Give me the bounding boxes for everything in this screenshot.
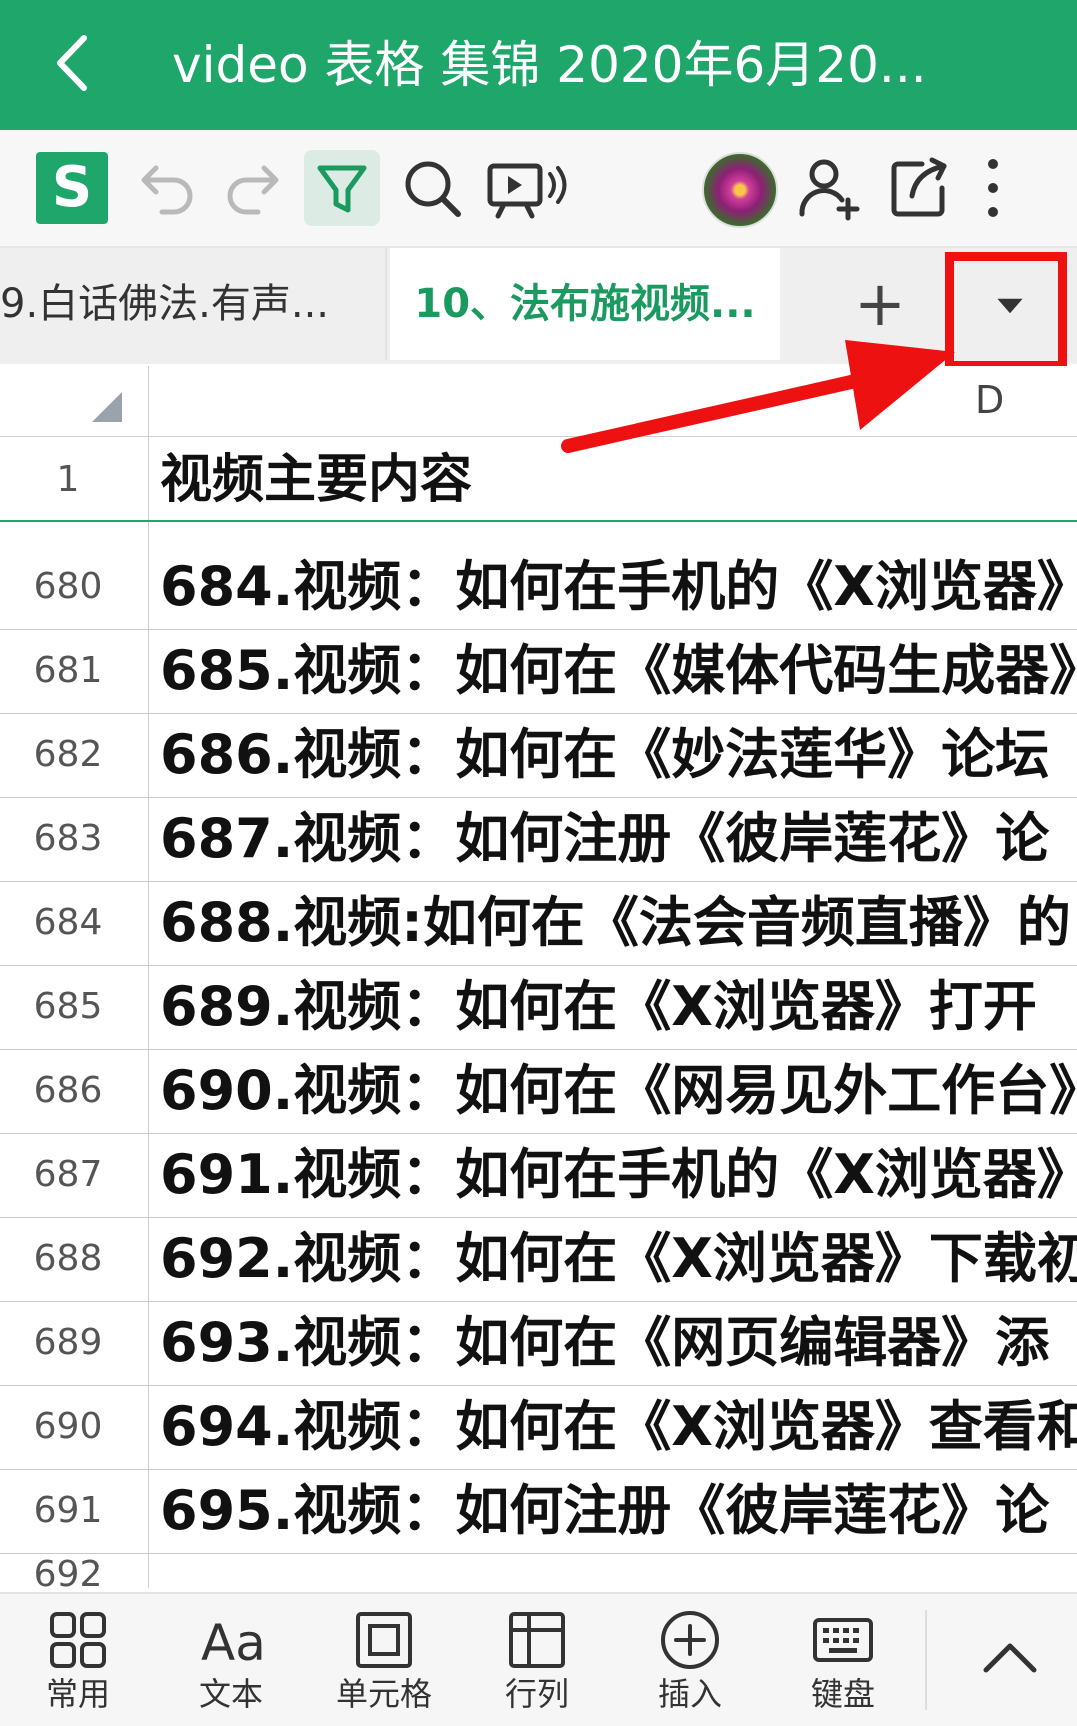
present-button[interactable] bbox=[484, 150, 574, 226]
table-row[interactable]: 685 689.视频：如何在《X浏览器》打开 bbox=[0, 965, 1077, 1050]
table-row[interactable]: 688 692.视频：如何在《X浏览器》下载初 bbox=[0, 1217, 1077, 1302]
bottom-label: 键盘 bbox=[810, 1675, 875, 1713]
table-cell[interactable]: 689.视频：如何在《X浏览器》打开 bbox=[160, 965, 1077, 1049]
more-button[interactable] bbox=[968, 150, 1018, 226]
bottom-label: 单元格 bbox=[335, 1675, 432, 1713]
filter-button[interactable] bbox=[304, 150, 380, 226]
bottom-toolbar: 常用 Aa 文本 单元格 行列 插入 键盘 bbox=[0, 1592, 1077, 1726]
annotation-arrow bbox=[561, 340, 955, 453]
table-row[interactable]: 690 694.视频：如何在《X浏览器》查看和 bbox=[0, 1385, 1077, 1470]
plus-circle-icon bbox=[661, 1611, 719, 1669]
grid-apps-icon bbox=[50, 1612, 106, 1668]
table-cell[interactable]: 694.视频：如何在《X浏览器》查看和 bbox=[160, 1385, 1077, 1469]
table-cell[interactable]: 692.视频：如何在《X浏览器》下载初 bbox=[160, 1217, 1077, 1301]
row-number[interactable]: 687 bbox=[0, 1133, 136, 1217]
annotation-highlight-box bbox=[945, 252, 1067, 370]
table-cell[interactable]: 693.视频：如何在《网页编辑器》添 bbox=[160, 1301, 1077, 1385]
row-number[interactable]: 682 bbox=[0, 713, 136, 797]
common-tools-button[interactable]: 常用 bbox=[8, 1604, 148, 1724]
divider bbox=[925, 1610, 927, 1710]
sheet-tab-9[interactable]: 9.白话佛法.有声... bbox=[0, 248, 387, 360]
row-number[interactable]: 681 bbox=[0, 629, 136, 713]
table-row[interactable]: 683 687.视频：如何注册《彼岸莲花》论 bbox=[0, 797, 1077, 882]
presentation-icon bbox=[487, 163, 567, 219]
add-collaborator-button[interactable] bbox=[792, 150, 868, 226]
redo-button[interactable] bbox=[216, 150, 292, 226]
app-logo[interactable]: S bbox=[36, 152, 108, 224]
undo-button[interactable] bbox=[128, 150, 204, 226]
row-number[interactable]: 1 bbox=[0, 438, 136, 520]
row-number[interactable]: 688 bbox=[0, 1217, 136, 1301]
row-number[interactable]: 685 bbox=[0, 965, 136, 1049]
table-cell[interactable]: 690.视频：如何在《网易见外工作台》 bbox=[160, 1049, 1077, 1133]
cell-icon bbox=[356, 1612, 412, 1668]
text-tools-button[interactable]: Aa 文本 bbox=[161, 1604, 301, 1724]
share-icon bbox=[891, 157, 947, 217]
table-cell[interactable]: 688.视频:如何在《法会音频直播》的 bbox=[160, 881, 1077, 965]
redo-icon bbox=[227, 165, 279, 215]
row-number[interactable]: 683 bbox=[0, 797, 136, 881]
insert-button[interactable]: 插入 bbox=[620, 1604, 760, 1724]
svg-text:Aa: Aa bbox=[201, 1614, 263, 1672]
add-user-icon bbox=[799, 159, 860, 221]
chevron-left-icon bbox=[57, 35, 87, 91]
bottom-label: 常用 bbox=[45, 1675, 110, 1713]
table-row[interactable]: 689 693.视频：如何在《网页编辑器》添 bbox=[0, 1301, 1077, 1386]
keyboard-icon bbox=[813, 1618, 873, 1662]
more-vertical-icon bbox=[988, 159, 998, 217]
table-row[interactable]: 680 684.视频：如何在手机的《X浏览器》 bbox=[0, 545, 1077, 630]
back-button[interactable] bbox=[40, 28, 110, 98]
cell-tools-button[interactable]: 单元格 bbox=[314, 1604, 454, 1724]
table-row[interactable]: 681 685.视频：如何在《媒体代码生成器》 bbox=[0, 629, 1077, 714]
row-number[interactable]: 690 bbox=[0, 1385, 136, 1469]
bottom-label: 插入 bbox=[657, 1675, 722, 1713]
table-cell[interactable]: 685.视频：如何在《媒体代码生成器》 bbox=[160, 629, 1077, 713]
partial-row[interactable]: 692 bbox=[0, 1530, 1077, 1590]
table-row[interactable]: 684 688.视频:如何在《法会音频直播》的 bbox=[0, 881, 1077, 966]
expand-panel-button[interactable] bbox=[970, 1618, 1050, 1698]
table-row[interactable]: 682 686.视频：如何在《妙法莲华》论坛 bbox=[0, 713, 1077, 798]
avatar[interactable] bbox=[702, 152, 778, 228]
table-cell[interactable]: 684.视频：如何在手机的《X浏览器》 bbox=[160, 545, 1077, 629]
row-number[interactable]: 684 bbox=[0, 881, 136, 965]
undo-icon bbox=[141, 165, 193, 215]
row-column-button[interactable]: 行列 bbox=[467, 1604, 607, 1724]
chevron-up-icon bbox=[983, 1643, 1037, 1673]
table-cell[interactable]: 691.视频：如何在手机的《X浏览器》 bbox=[160, 1133, 1077, 1217]
row-number[interactable]: 680 bbox=[0, 545, 136, 629]
bottom-label: 文本 bbox=[198, 1675, 263, 1713]
share-button[interactable] bbox=[882, 150, 958, 226]
select-all-corner[interactable] bbox=[92, 392, 122, 422]
table-row[interactable]: 686 690.视频：如何在《网易见外工作台》 bbox=[0, 1049, 1077, 1134]
search-icon bbox=[405, 161, 461, 217]
table-icon bbox=[509, 1612, 565, 1668]
row-number[interactable]: 692 bbox=[0, 1530, 136, 1590]
toolbar: S bbox=[0, 130, 1077, 248]
search-button[interactable] bbox=[394, 150, 470, 226]
column-label-d[interactable]: D bbox=[975, 378, 1004, 422]
keyboard-button[interactable]: 键盘 bbox=[773, 1604, 913, 1724]
document-title: video 表格 集锦 2020年6月20... bbox=[172, 36, 927, 94]
bottom-label: 行列 bbox=[504, 1675, 569, 1713]
text-format-icon: Aa bbox=[201, 1614, 263, 1672]
table-cell[interactable]: 686.视频：如何在《妙法莲华》论坛 bbox=[160, 713, 1077, 797]
filter-icon bbox=[317, 165, 367, 213]
row-number[interactable]: 686 bbox=[0, 1049, 136, 1133]
row-number[interactable]: 689 bbox=[0, 1301, 136, 1385]
title-bar: video 表格 集锦 2020年6月20... bbox=[0, 0, 1077, 130]
table-cell[interactable]: 687.视频：如何注册《彼岸莲花》论 bbox=[160, 797, 1077, 881]
table-row[interactable]: 687 691.视频：如何在手机的《X浏览器》 bbox=[0, 1133, 1077, 1218]
